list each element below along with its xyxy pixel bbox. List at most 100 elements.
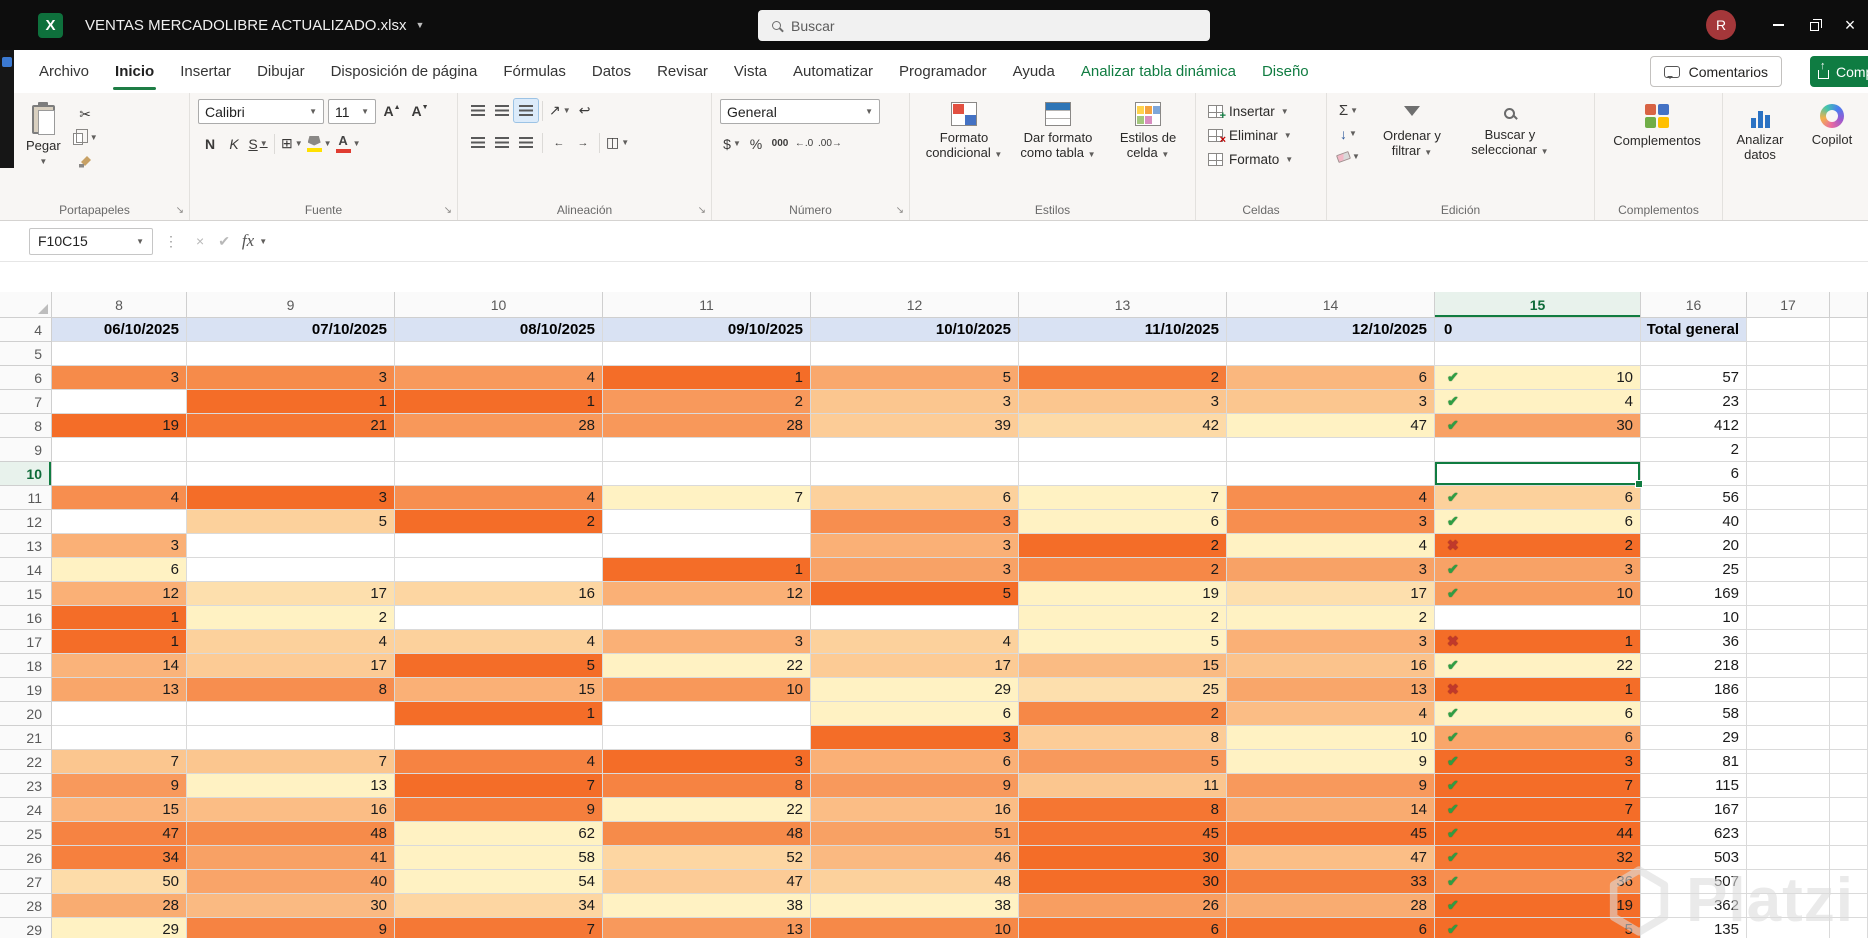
- cell-r28c18[interactable]: [1830, 894, 1868, 918]
- cell-r13c18[interactable]: [1830, 534, 1868, 558]
- tab-analizar-tabla-dinamica[interactable]: Analizar tabla dinámica: [1068, 50, 1249, 93]
- tab-programador[interactable]: Programador: [886, 50, 1000, 93]
- cell-r21c12[interactable]: 3: [811, 726, 1019, 750]
- row-header-24[interactable]: 24: [0, 798, 52, 822]
- cell-r20c12[interactable]: 6: [811, 702, 1019, 726]
- cell-r11c11[interactable]: 7: [603, 486, 811, 510]
- cell-r12c17[interactable]: [1747, 510, 1830, 534]
- pivot-column-header[interactable]: 06/10/2025: [52, 318, 187, 342]
- cell-r5c14[interactable]: [1227, 342, 1435, 366]
- percent-button[interactable]: %: [744, 132, 768, 155]
- cell-r6c12[interactable]: 5: [811, 366, 1019, 390]
- cell-r6c16[interactable]: 57: [1641, 366, 1747, 390]
- cell-r7c18[interactable]: [1830, 390, 1868, 414]
- formula-bar-expand-icon[interactable]: ▼: [259, 237, 267, 246]
- restore-button[interactable]: [1796, 0, 1832, 50]
- col-header-9[interactable]: 9: [187, 292, 395, 318]
- cell-r6c14[interactable]: 6: [1227, 366, 1435, 390]
- cell-r17c15[interactable]: 1 ✖: [1435, 630, 1641, 654]
- cell-r9c10[interactable]: [395, 438, 603, 462]
- alignment-dialog-launcher[interactable]: ↘: [698, 205, 706, 216]
- cell-r23c15[interactable]: 7 ✔: [1435, 774, 1641, 798]
- cell-r8c18[interactable]: [1830, 414, 1868, 438]
- cell-r18c14[interactable]: 16: [1227, 654, 1435, 678]
- cell-r19c17[interactable]: [1747, 678, 1830, 702]
- cell-r28c17[interactable]: [1747, 894, 1830, 918]
- cell-r29c13[interactable]: 6: [1019, 918, 1227, 938]
- cell-r10c10[interactable]: [395, 462, 603, 486]
- cell-r29c12[interactable]: 10: [811, 918, 1019, 938]
- cell-r20c9[interactable]: [187, 702, 395, 726]
- cell-r12c14[interactable]: 3: [1227, 510, 1435, 534]
- cell-styles-button[interactable]: Estilos de celda ▼: [1106, 99, 1190, 165]
- cell-r10c12[interactable]: [811, 462, 1019, 486]
- pivot-column-header[interactable]: 10/10/2025: [811, 318, 1019, 342]
- cell-r18c17[interactable]: [1747, 654, 1830, 678]
- cell-r18c16[interactable]: 218: [1641, 654, 1747, 678]
- cell-r21c11[interactable]: [603, 726, 811, 750]
- tab-ayuda[interactable]: Ayuda: [1000, 50, 1068, 93]
- cell-r25c15[interactable]: 44 ✔: [1435, 822, 1641, 846]
- cell-r23c12[interactable]: 9: [811, 774, 1019, 798]
- cell-r26c8[interactable]: 34: [52, 846, 187, 870]
- cell-r5c13[interactable]: [1019, 342, 1227, 366]
- cell-r6c17[interactable]: [1747, 366, 1830, 390]
- cell-r5c16[interactable]: [1641, 342, 1747, 366]
- wrap-text-button[interactable]: ↩: [573, 99, 597, 122]
- align-right-button[interactable]: [514, 131, 538, 154]
- row-header-19[interactable]: 19: [0, 678, 52, 702]
- cell-r5c9[interactable]: [187, 342, 395, 366]
- col-header-12[interactable]: 12: [811, 292, 1019, 318]
- tab-insertar[interactable]: Insertar: [167, 50, 244, 93]
- cell-r7c14[interactable]: 3: [1227, 390, 1435, 414]
- cell-r28c12[interactable]: 38: [811, 894, 1019, 918]
- cell-r25c14[interactable]: 45: [1227, 822, 1435, 846]
- tab-revisar[interactable]: Revisar: [644, 50, 721, 93]
- currency-button[interactable]: $ ▼: [720, 132, 744, 155]
- clipboard-dialog-launcher[interactable]: ↘: [176, 205, 184, 216]
- cell-r8c12[interactable]: 39: [811, 414, 1019, 438]
- tab-diseno[interactable]: Diseño: [1249, 50, 1322, 93]
- cell-r26c15[interactable]: 32 ✔: [1435, 846, 1641, 870]
- cell-r21c8[interactable]: [52, 726, 187, 750]
- borders-button[interactable]: ⊞ ▼: [279, 132, 305, 155]
- share-button[interactable]: Comp: [1810, 56, 1868, 87]
- cell-r11c18[interactable]: [1830, 486, 1868, 510]
- cell-r14c12[interactable]: 3: [811, 558, 1019, 582]
- cell-r19c10[interactable]: 15: [395, 678, 603, 702]
- cell-r22c17[interactable]: [1747, 750, 1830, 774]
- cell-r17c17[interactable]: [1747, 630, 1830, 654]
- font-dialog-launcher[interactable]: ↘: [444, 205, 452, 216]
- cell-r24c11[interactable]: 22: [603, 798, 811, 822]
- cell-r12c10[interactable]: 2: [395, 510, 603, 534]
- row-header-22[interactable]: 22: [0, 750, 52, 774]
- formula-input[interactable]: [267, 228, 1858, 255]
- cell-r27c10[interactable]: 54: [395, 870, 603, 894]
- cell-r15c13[interactable]: 19: [1019, 582, 1227, 606]
- cell-r6c13[interactable]: 2: [1019, 366, 1227, 390]
- cell-r16c15[interactable]: [1435, 606, 1641, 630]
- cell-r24c9[interactable]: 16: [187, 798, 395, 822]
- cell-r25c9[interactable]: 48: [187, 822, 395, 846]
- cell-r10c17[interactable]: [1747, 462, 1830, 486]
- cell-r13c13[interactable]: 2: [1019, 534, 1227, 558]
- cell-r9c13[interactable]: [1019, 438, 1227, 462]
- cell-r7c17[interactable]: [1747, 390, 1830, 414]
- col-header-14[interactable]: 14: [1227, 292, 1435, 318]
- cell-r18c9[interactable]: 17: [187, 654, 395, 678]
- cell-r29c10[interactable]: 7: [395, 918, 603, 938]
- cell-r9c12[interactable]: [811, 438, 1019, 462]
- cell-r17c8[interactable]: 1: [52, 630, 187, 654]
- cell-r19c14[interactable]: 13: [1227, 678, 1435, 702]
- cell-r22c10[interactable]: 4: [395, 750, 603, 774]
- font-size-combo[interactable]: 11 ▼: [328, 99, 376, 124]
- cancel-icon[interactable]: ×: [196, 233, 204, 249]
- pivot-column-header[interactable]: 12/10/2025: [1227, 318, 1435, 342]
- orientation-button[interactable]: ↗ ▼: [547, 99, 573, 122]
- cell-r17c16[interactable]: 36: [1641, 630, 1747, 654]
- cell-r24c14[interactable]: 14: [1227, 798, 1435, 822]
- col-header-10[interactable]: 10: [395, 292, 603, 318]
- cell-r22c18[interactable]: [1830, 750, 1868, 774]
- merge-center-button[interactable]: ◫ ▼: [604, 131, 631, 154]
- cell-r10c8[interactable]: [52, 462, 187, 486]
